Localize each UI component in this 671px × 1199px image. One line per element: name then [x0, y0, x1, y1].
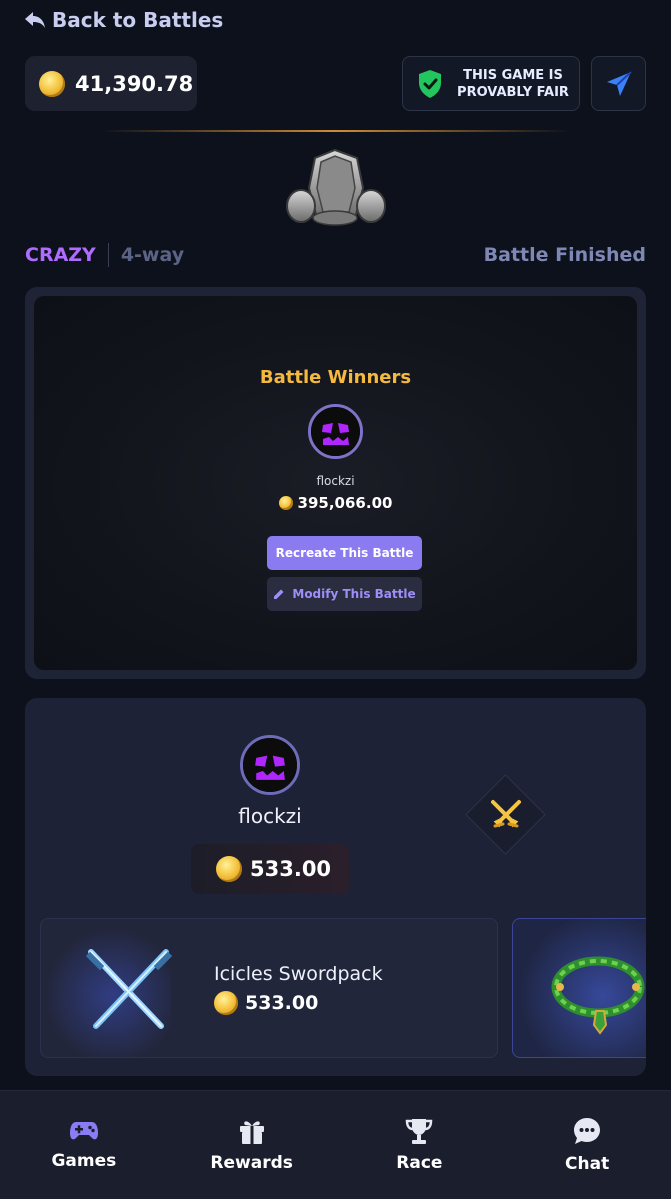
crossed-ice-swords-image: [85, 949, 173, 1029]
header-divider: [100, 130, 570, 132]
coin-icon: [278, 496, 293, 510]
pencil-icon: [274, 589, 284, 599]
gamepad-icon: [69, 1122, 98, 1140]
jade-necklace-image: [551, 956, 645, 1035]
modify-battle-button[interactable]: Modify This Battle: [267, 577, 422, 611]
back-label: Back to Battles: [52, 8, 224, 32]
coin-icon: [214, 991, 238, 1015]
provably-fair-button[interactable]: THIS GAME IS PROVABLY FAIR: [402, 56, 580, 111]
modify-battle-label: Modify This Battle: [292, 587, 416, 601]
winner-avatar: [308, 404, 363, 459]
mode-divider: [107, 243, 109, 267]
trophy-icon: [406, 1119, 433, 1144]
battle-ways: 4-way: [120, 244, 185, 266]
item-card[interactable]: Icicles Swordpack 533.00: [40, 918, 498, 1058]
battle-status: Battle Finished: [483, 244, 646, 266]
nav-rewards[interactable]: Rewards: [168, 1091, 336, 1199]
item-name: Icicles Swordpack: [214, 963, 383, 985]
chat-icon: [574, 1118, 601, 1144]
case-image: [286, 148, 386, 226]
balance-value: 41,390.78: [75, 71, 194, 96]
recreate-battle-button[interactable]: Recreate This Battle: [267, 536, 422, 570]
shield-check-icon: [419, 69, 441, 98]
provably-fair-label: THIS GAME IS PROVABLY FAIR: [457, 67, 569, 100]
nav-games[interactable]: Games: [0, 1091, 168, 1199]
winners-title: Battle Winners: [259, 367, 412, 388]
nav-chat[interactable]: Chat: [503, 1091, 671, 1199]
battle-mode: CRAZY: [25, 244, 96, 266]
battle-info-row: CRAZY 4-way Battle Finished: [25, 240, 646, 270]
item-card[interactable]: [512, 918, 646, 1058]
player-total-value: 533.00: [250, 857, 332, 881]
back-to-battles-link[interactable]: Back to Battles: [24, 8, 223, 32]
winners-panel: Battle Winners flockzi 395,066.00 Recrea…: [25, 287, 646, 679]
nav-rewards-label: Rewards: [210, 1153, 293, 1173]
player-panel: flockzi 533.00 Icicles Swordpack 533.00: [25, 698, 646, 1076]
item-price-value: 533.00: [245, 992, 319, 1014]
nav-race[interactable]: Race: [336, 1091, 504, 1199]
balance-display: 41,390.78: [25, 56, 197, 111]
player-total: 533.00: [191, 844, 349, 894]
send-icon: [606, 70, 632, 96]
player-avatar: [240, 735, 300, 795]
pumpkin-avatar-icon: [311, 407, 360, 456]
bottom-nav: Games Rewards Race Chat: [0, 1090, 671, 1199]
winner-amount: 395,066.00: [34, 494, 637, 512]
item-price: 533.00: [214, 991, 318, 1015]
winner-name: flockzi: [316, 474, 355, 488]
coin-icon: [39, 70, 65, 97]
crossed-swords-icon: [491, 800, 521, 828]
player-name: flockzi: [238, 804, 302, 828]
nav-chat-label: Chat: [565, 1154, 610, 1174]
coin-icon: [216, 856, 242, 882]
gift-icon: [239, 1121, 264, 1144]
nav-games-label: Games: [51, 1151, 117, 1171]
nav-race-label: Race: [396, 1153, 443, 1173]
back-arrow-icon: [25, 12, 45, 28]
pumpkin-avatar-icon: [243, 738, 297, 792]
share-button[interactable]: [591, 56, 646, 111]
winner-amount-value: 395,066.00: [297, 494, 393, 512]
winners-card: Battle Winners flockzi 395,066.00 Recrea…: [34, 296, 637, 670]
